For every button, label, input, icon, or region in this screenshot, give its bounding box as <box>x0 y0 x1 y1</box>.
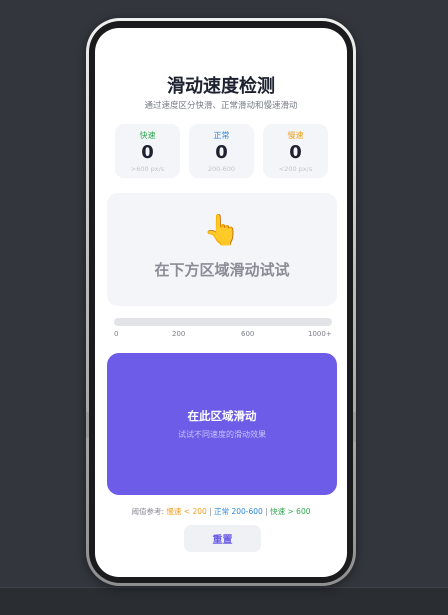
stat-label-normal: 正常 <box>213 131 230 140</box>
stat-value-normal: 0 <box>215 142 228 163</box>
host-bottom-bar <box>0 587 448 615</box>
threshold-fast: 快速 > 600 <box>270 507 311 516</box>
speed-tick-0: 0 <box>114 330 119 338</box>
stat-label-fast: 快速 <box>139 131 156 140</box>
threshold-reference: 阈值参考: 慢速 < 200 | 正常 200-600 | 快速 > 600 <box>95 506 347 517</box>
swipe-demo-panel: 👆 在下方区域滑动试试 <box>107 193 337 306</box>
threshold-sep-1: | <box>206 507 215 516</box>
speed-tick-600: 600 <box>241 330 255 338</box>
threshold-slow: 慢速 < 200 <box>166 507 207 516</box>
threshold-prefix: 阈值参考: <box>131 507 167 516</box>
page-title: 滑动速度检测 <box>167 76 275 97</box>
speed-meter-track <box>114 318 332 326</box>
stat-range-normal: 200-600 <box>207 165 236 173</box>
swipe-area-title: 在此区域滑动 <box>187 409 257 423</box>
volume-button-left <box>86 412 89 438</box>
stat-card-slow: 慢速 0 <200 px/s <box>263 124 328 178</box>
stat-card-normal: 正常 0 200-600 <box>189 124 254 178</box>
stat-range-slow: <200 px/s <box>278 165 313 173</box>
phone-screen: 滑动速度检测 通过速度区分快滑、正常滑动和慢速滑动 快速 0 >600 px/s… <box>95 28 347 577</box>
swipe-area[interactable]: 在此区域滑动 试试不同速度的滑动效果 <box>107 353 337 495</box>
power-button-right <box>353 412 356 442</box>
page-subtitle: 通过速度区分快滑、正常滑动和慢速滑动 <box>144 101 298 111</box>
stat-card-fast: 快速 0 >600 px/s <box>115 124 180 178</box>
stat-value-slow: 0 <box>289 142 302 163</box>
swipe-area-hint: 试试不同速度的滑动效果 <box>178 430 266 439</box>
stat-value-fast: 0 <box>141 142 154 163</box>
stat-label-slow: 慢速 <box>287 131 304 140</box>
pointing-hand-icon: 👆 <box>203 213 241 248</box>
speed-tick-1000: 1000+ <box>308 330 332 338</box>
speed-tick-200: 200 <box>172 330 186 338</box>
demo-instruction: 在下方区域滑动试试 <box>154 261 290 279</box>
reset-button[interactable]: 重置 <box>184 525 261 552</box>
stat-range-fast: >600 px/s <box>130 165 165 173</box>
threshold-normal: 正常 200-600 <box>214 507 263 516</box>
